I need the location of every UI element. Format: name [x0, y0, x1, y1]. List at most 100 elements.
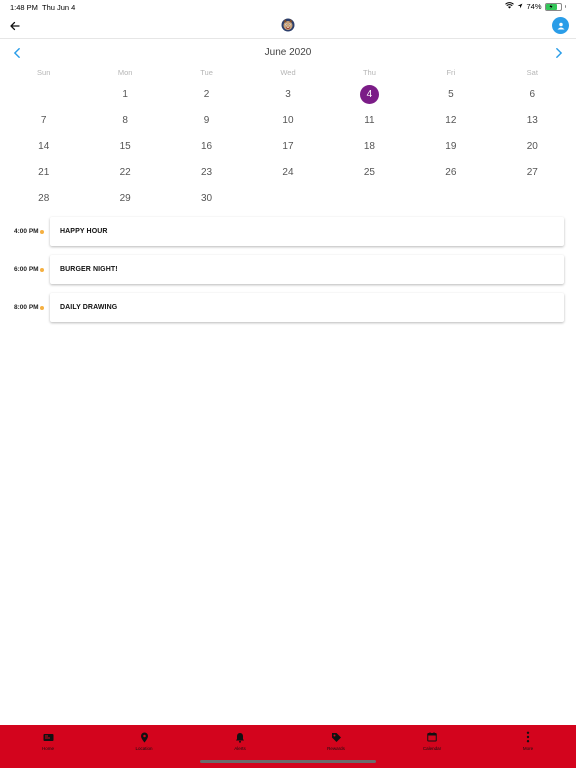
calendar-day-number: 14 — [38, 140, 50, 152]
calendar-empty-cell — [3, 82, 84, 108]
calendar-day-number: 30 — [201, 192, 213, 204]
calendar-day-number: 1 — [122, 89, 128, 101]
calendar-day[interactable]: 7 — [3, 108, 84, 134]
calendar-day[interactable]: 3 — [247, 82, 328, 108]
tag-icon — [330, 731, 342, 743]
back-button[interactable] — [6, 17, 24, 35]
calendar-day[interactable]: 9 — [166, 108, 247, 134]
battery-percent: 74% — [526, 2, 542, 11]
calendar-day-number: 16 — [201, 140, 213, 152]
calendar-day-number: 8 — [122, 115, 128, 127]
nav-label: More — [522, 746, 534, 751]
event-card[interactable]: DAILY DRAWING — [50, 293, 564, 322]
calendar-day-number: 6 — [529, 89, 536, 101]
nav-label: Home — [41, 746, 54, 751]
calendar-day[interactable]: 6 — [492, 82, 573, 108]
calendar-day[interactable]: 5 — [410, 82, 491, 108]
calendar-day[interactable]: 1 — [84, 82, 165, 108]
calendar-day[interactable]: 18 — [329, 134, 410, 160]
calendar-day-number: 26 — [445, 166, 457, 178]
weekday-label: Tue — [200, 68, 213, 77]
weekday-label: Sun — [37, 68, 51, 77]
event-card[interactable]: BURGER NIGHT! — [50, 255, 564, 284]
calendar-day[interactable]: 12 — [410, 108, 491, 134]
calendar-day[interactable]: 27 — [492, 159, 573, 185]
calendar-day-number: 28 — [38, 192, 50, 204]
calendar-day-number: 10 — [282, 115, 294, 127]
calendar-day[interactable]: 29 — [84, 185, 165, 211]
weekday-label: Wed — [280, 68, 296, 77]
calendar-day-number: 7 — [40, 115, 47, 127]
next-month-button[interactable] — [551, 46, 567, 60]
calendar-day[interactable]: 24 — [247, 159, 328, 185]
calendar-day-number: 3 — [285, 89, 291, 101]
calendar-day[interactable]: 21 — [3, 159, 84, 185]
status-date: Thu Jun 4 — [42, 3, 76, 12]
user-icon — [557, 22, 564, 29]
weekday-label: Thu — [362, 68, 376, 77]
calendar-day[interactable]: 30 — [166, 185, 247, 211]
calendar-day[interactable]: 2 — [166, 82, 247, 108]
calendar-day-number: 17 — [282, 140, 294, 152]
event-card[interactable]: HAPPY HOUR — [50, 217, 564, 246]
event-row: 4:00 PM HAPPY HOUR — [0, 217, 576, 247]
calendar-day[interactable]: 23 — [166, 159, 247, 185]
mascot-logo-icon — [281, 18, 295, 32]
profile-button[interactable] — [552, 17, 569, 34]
calendar-day[interactable]: 28 — [3, 185, 84, 211]
event-title: BURGER NIGHT! — [60, 266, 118, 273]
home-indicator[interactable] — [200, 760, 376, 763]
calendar-day[interactable]: 8 — [84, 108, 165, 134]
calendar-day[interactable]: 22 — [84, 159, 165, 185]
status-bar: 1:48 PM Thu Jun 4 74% — [0, 0, 576, 14]
calendar-day-number: 15 — [119, 140, 131, 152]
calendar-day-number: 19 — [445, 140, 457, 152]
calendar-day-number: 25 — [363, 166, 375, 178]
calendar-day[interactable]: 20 — [492, 134, 573, 160]
battery-level — [545, 3, 557, 10]
calendar-day[interactable]: 16 — [166, 134, 247, 160]
event-list: 4:00 PM HAPPY HOUR 6:00 PM BURGER NIGHT!… — [0, 217, 576, 331]
nav-item-more[interactable]: More — [480, 725, 576, 768]
calendar-day-number: 4 — [359, 85, 379, 105]
nav-label: Location — [135, 746, 153, 751]
weekday-label: Fri — [446, 68, 456, 77]
event-dot — [40, 306, 44, 310]
calendar-day-number: 27 — [526, 166, 538, 178]
location-arrow-icon — [517, 2, 523, 11]
event-row: 8:00 PM DAILY DRAWING — [0, 293, 576, 323]
event-time: 8:00 PM — [14, 304, 39, 311]
nav-item-location[interactable]: Location — [96, 725, 192, 768]
event-time: 6:00 PM — [14, 266, 39, 273]
nav-item-home[interactable]: Home — [0, 725, 96, 768]
calendar-day[interactable]: 15 — [84, 134, 165, 160]
event-dot — [40, 268, 44, 272]
arrow-left-icon — [10, 21, 20, 31]
calendar-day-number: 5 — [448, 89, 454, 101]
battery-cap — [564, 5, 566, 8]
calendar-day[interactable]: 17 — [247, 134, 328, 160]
month-navigation: June 2020 — [0, 44, 576, 62]
calendar-day-number: 20 — [526, 140, 538, 152]
calendar-day[interactable]: 25 — [329, 159, 410, 185]
calendar-day-number: 11 — [364, 115, 375, 127]
calendar-day[interactable]: 13 — [492, 108, 573, 134]
weekday-label: Mon — [117, 68, 133, 77]
nav-item-calendar[interactable]: Calendar — [384, 725, 480, 768]
calendar-day-selected[interactable]: 4 — [329, 82, 410, 108]
weekday-header: Sun Mon Tue Wed Thu Fri Sat — [3, 68, 573, 77]
calendar-day[interactable]: 11 — [329, 108, 410, 134]
status-indicators: 74% — [505, 2, 566, 11]
calendar-day-number: 29 — [119, 192, 131, 204]
calendar-day-number: 18 — [363, 140, 375, 152]
battery-icon — [544, 2, 562, 11]
calendar-day[interactable]: 26 — [410, 159, 491, 185]
calendar-day[interactable]: 10 — [247, 108, 328, 134]
calendar-day-number: 23 — [201, 166, 213, 178]
bell-icon — [234, 731, 246, 743]
nav-label: Calendar — [422, 746, 442, 751]
calendar-day[interactable]: 19 — [410, 134, 491, 160]
status-time: 1:48 PM — [10, 3, 38, 12]
calendar-day[interactable]: 14 — [3, 134, 84, 160]
location-pin-icon — [138, 731, 150, 743]
